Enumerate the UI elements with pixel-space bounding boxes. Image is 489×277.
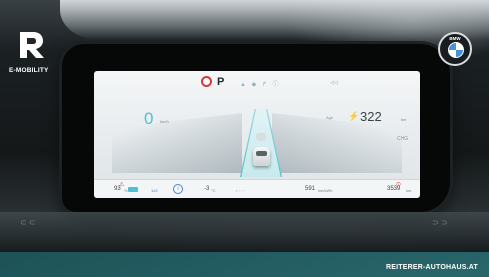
range-unit: km [401, 117, 407, 122]
assist-status-icon-right: ◁◁ [330, 80, 338, 86]
ego-vehicle-icon [253, 147, 270, 166]
air-vent-right-icon: ⊂ ⊂ [432, 218, 448, 227]
info-icon: i [173, 184, 183, 194]
battery-bar [128, 187, 138, 192]
windshield-glare [60, 0, 489, 40]
bmw-roundel-icon [448, 42, 464, 58]
temperature-unit: °C [211, 188, 216, 193]
assist-status-icons: ▲ ◆ ↱ ⓘ [240, 82, 281, 88]
logo-caption: E-MOBILITY [9, 67, 49, 74]
trip-unit: km/kWh [318, 188, 333, 193]
status-dots: • ◦ ◦ ◦ [236, 188, 245, 193]
range-readout: 322 [360, 109, 382, 124]
reiterer-logo-icon [20, 32, 44, 58]
road-shoulder-left [112, 113, 242, 173]
outside-temperature: -3 [204, 186, 210, 192]
instrument-cluster-screen: P ▲ ◆ ↱ ⓘ ◁◁ 0 km/h Age ⚡ 322 km CHG ⚠ 9… [94, 71, 420, 198]
odometer: 3539 [387, 186, 401, 192]
assist-label: 1z3 [151, 188, 158, 193]
charge-mode-label: CHG [397, 136, 409, 142]
bmw-letters: BMW [449, 36, 461, 41]
speed-limit-sign-icon [201, 76, 212, 87]
battery-percent: 93 [114, 186, 121, 192]
road-shoulder-right [272, 113, 402, 173]
bmw-logo-icon: BMW [438, 32, 472, 66]
range-label: Age [326, 115, 334, 120]
website-watermark: REITERER-AUTOHAUS.AT [385, 264, 478, 271]
lead-vehicle [256, 133, 266, 141]
speed-readout: 0 [144, 109, 154, 128]
gear-indicator: P [217, 76, 225, 88]
status-bar: ⚠ 93 % 1z3 i -3 °C • ◦ ◦ ◦ 591 km/kWh ⊙ … [94, 179, 420, 198]
dashboard-lower [0, 212, 489, 252]
trip-consumption: 591 [305, 186, 316, 192]
speed-unit: km/h [160, 119, 169, 124]
odometer-unit: km [406, 188, 412, 193]
air-vent-left-icon: ⊂ ⊂ [20, 218, 36, 227]
battery-plug-icon: ⚡ [348, 111, 360, 121]
